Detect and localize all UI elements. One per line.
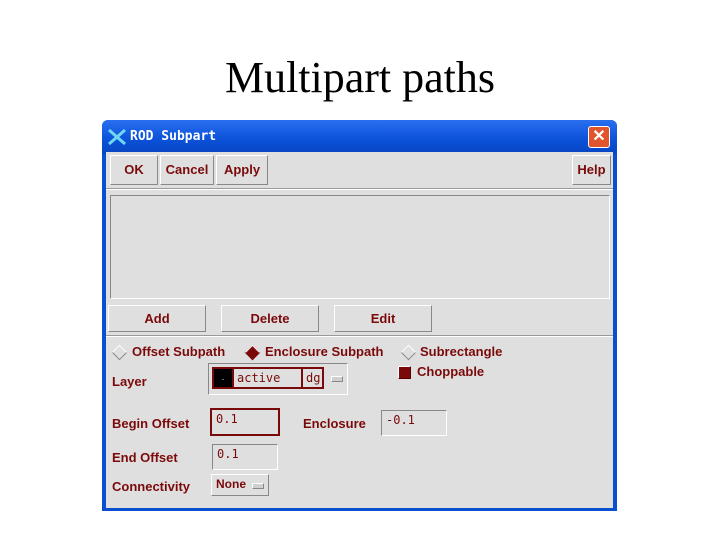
close-button[interactable]: ✕	[588, 126, 610, 148]
layer-name: active	[234, 369, 303, 387]
connectivity-label: Connectivity	[112, 479, 191, 494]
help-button[interactable]: Help	[572, 155, 611, 185]
enclosure-label: Enclosure	[303, 416, 366, 431]
layer-selector[interactable]: . active dg	[208, 363, 348, 395]
end-offset-input[interactable]: 0.1	[212, 444, 278, 470]
radio-subrectangle[interactable]	[400, 344, 417, 361]
rod-subpart-window: ROD Subpart ✕ OK Cancel Apply Help Add D…	[102, 120, 617, 511]
radio-label-offset-subpath[interactable]: Offset Subpath	[132, 344, 225, 359]
divider	[106, 188, 613, 190]
enclosure-input[interactable]: -0.1	[381, 410, 447, 436]
app-x-icon	[108, 128, 126, 146]
connectivity-value: None	[216, 477, 246, 491]
layer-display[interactable]: . active dg	[212, 367, 324, 389]
radio-label-enclosure-subpath[interactable]: Enclosure Subpath	[265, 344, 383, 359]
layer-color-swatch: .	[214, 369, 234, 387]
add-button[interactable]: Add	[108, 305, 206, 332]
choppable-label[interactable]: Choppable	[417, 364, 484, 379]
radio-enclosure-subpath[interactable]	[244, 344, 261, 361]
title-bar[interactable]: ROD Subpart ✕	[102, 120, 617, 154]
choppable-checkbox[interactable]	[398, 366, 411, 379]
dialog-body: OK Cancel Apply Help Add Delete Edit Off…	[106, 152, 613, 508]
apply-button[interactable]: Apply	[216, 155, 268, 185]
radio-offset-subpath[interactable]	[111, 344, 128, 361]
layer-dropdown-indicator[interactable]	[331, 376, 343, 382]
dropdown-indicator-icon	[252, 483, 264, 489]
delete-button[interactable]: Delete	[221, 305, 319, 332]
connectivity-dropdown[interactable]: None	[211, 474, 269, 496]
layer-label: Layer	[112, 374, 147, 389]
begin-offset-label: Begin Offset	[112, 416, 190, 431]
end-offset-label: End Offset	[112, 450, 178, 465]
ok-button[interactable]: OK	[110, 155, 158, 185]
slide-title: Multipart paths	[224, 53, 496, 102]
cancel-button[interactable]: Cancel	[160, 155, 214, 185]
begin-offset-input[interactable]: 0.1	[210, 408, 280, 436]
edit-button[interactable]: Edit	[334, 305, 432, 332]
window-title: ROD Subpart	[130, 129, 217, 144]
close-icon: ✕	[592, 128, 606, 145]
divider	[106, 335, 613, 337]
radio-label-subrectangle[interactable]: Subrectangle	[420, 344, 502, 359]
subpart-list[interactable]	[110, 195, 610, 299]
layer-purpose: dg	[306, 371, 321, 385]
